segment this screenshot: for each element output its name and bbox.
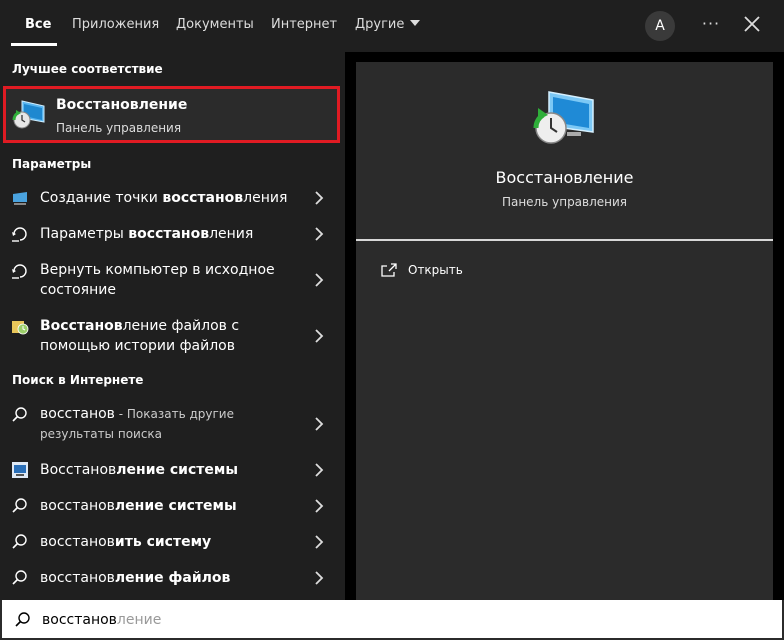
open-button[interactable]: Открыть (408, 263, 463, 277)
chevron-right-icon (315, 571, 324, 585)
chevron-right-icon (315, 227, 324, 241)
label-pre: Создание точки (40, 190, 163, 206)
label-match: Восстанов (40, 318, 123, 334)
search-icon (12, 407, 27, 422)
results-panel: Лучшее соответствие Восстановление Панел… (0, 52, 345, 600)
tab-web[interactable]: Интернет (271, 17, 337, 32)
search-input[interactable]: восстановление (42, 612, 161, 628)
label-post: ления (209, 226, 254, 242)
chevron-right-icon (315, 417, 324, 431)
label-plain: восстанов (40, 570, 115, 586)
label-post: ление файлов с (122, 318, 240, 334)
chevron-right-icon (315, 499, 324, 513)
preview-title: Восстановление (495, 168, 634, 187)
label-plain: восстанов (40, 534, 115, 550)
web-item-system-restore-image[interactable]: Восстановление системы (0, 460, 345, 480)
search-typed-text: восстанов (42, 612, 117, 628)
file-history-icon (12, 321, 29, 335)
web-item-more-results[interactable]: восстанов - Показать другие результаты п… (0, 404, 345, 444)
tab-documents[interactable]: Документы (176, 17, 254, 32)
label-line1: Вернуть компьютер в исходное (40, 262, 275, 278)
settings-item-reset-pc[interactable]: Вернуть компьютер в исходное состояние (0, 260, 345, 300)
open-icon[interactable] (380, 262, 398, 280)
search-icon (12, 534, 27, 549)
label-term: восстанов (40, 406, 115, 422)
settings-item-create-restore-point[interactable]: Создание точки восстановления (0, 188, 345, 208)
search-icon (15, 612, 30, 627)
preview-panel: Восстановление Панель управления Открыть (356, 62, 773, 600)
close-icon[interactable] (740, 12, 764, 36)
label-plain: Восстанов (40, 462, 117, 478)
preview-divider (356, 239, 773, 241)
label-bold: ление файлов (114, 570, 231, 586)
best-match-header: Лучшее соответствие (12, 62, 163, 76)
search-autocomplete: ление (116, 612, 162, 628)
best-match-subtitle: Панель управления (56, 121, 182, 135)
chevron-down-icon (410, 20, 421, 26)
label-line2: помощью истории файлов (40, 338, 235, 354)
reset-pc-icon (12, 264, 27, 279)
label-rest: - Показать другие (114, 407, 234, 421)
web-search-header: Поиск в Интернете (12, 373, 144, 387)
search-box[interactable]: восстановление (0, 600, 784, 640)
chevron-right-icon (315, 535, 324, 549)
settings-item-file-history[interactable]: Восстановление файлов с помощью истории … (0, 316, 345, 356)
label-pre: Параметры (40, 226, 129, 242)
more-options-icon[interactable]: ··· (699, 12, 723, 36)
search-icon (12, 570, 27, 585)
settings-header: Параметры (12, 157, 92, 171)
recovery-icon (12, 100, 45, 129)
preview-subtitle: Панель управления (501, 195, 628, 209)
best-match-title: Восстановление (56, 97, 188, 113)
top-bar: Все Приложения Документы Интернет Другие… (0, 0, 784, 52)
settings-item-recovery-options[interactable]: Параметры восстановления (0, 224, 345, 244)
label-match: восстанов (128, 226, 210, 242)
active-tab-indicator (11, 43, 57, 46)
tab-more[interactable]: Другие (355, 17, 421, 32)
recovery-icon (533, 91, 594, 144)
tab-more-label: Другие (355, 17, 405, 32)
tab-apps[interactable]: Приложения (72, 17, 159, 32)
label-match: восстанов (162, 190, 244, 206)
label-line2: состояние (40, 282, 116, 298)
avatar[interactable]: A (645, 11, 675, 41)
recovery-settings-icon (12, 227, 27, 242)
label-bold: ление системы (116, 462, 239, 478)
label-plain: восстанов (40, 498, 115, 514)
chevron-right-icon (315, 273, 324, 287)
label-line2: результаты поиска (40, 427, 163, 441)
label-bold: ить систему (114, 534, 212, 550)
chevron-right-icon (315, 463, 324, 477)
search-icon (12, 498, 27, 513)
web-item-system-restore[interactable]: восстановление системы (0, 496, 345, 516)
web-thumbnail-icon (12, 462, 28, 478)
tab-all[interactable]: Все (25, 17, 51, 32)
web-item-restore-system[interactable]: восстановить систему (0, 532, 345, 552)
chevron-right-icon (315, 191, 324, 205)
system-properties-icon (13, 192, 27, 205)
best-match-item[interactable]: Восстановление Панель управления (3, 86, 340, 143)
label-bold: ление системы (114, 498, 237, 514)
label-post: ления (243, 190, 288, 206)
web-item-file-restore[interactable]: восстановление файлов (0, 568, 345, 588)
chevron-right-icon (315, 329, 324, 343)
